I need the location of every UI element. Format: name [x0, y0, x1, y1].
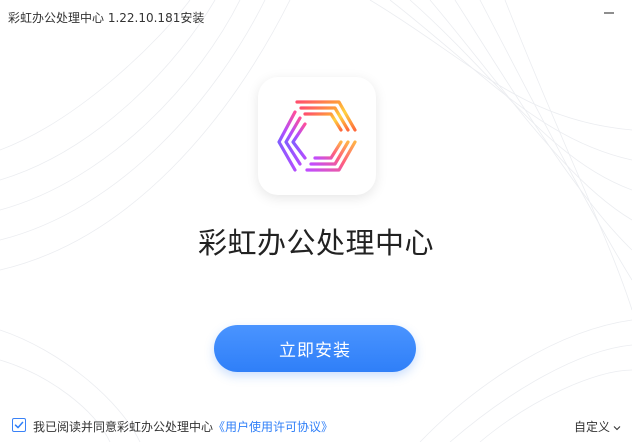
- minimize-icon: [604, 12, 614, 14]
- agreement-label: 我已阅读并同意彩虹办公处理中心: [33, 420, 214, 434]
- window-title: 彩虹办公处理中心 1.22.10.181安装: [8, 11, 205, 25]
- minimize-button[interactable]: [598, 2, 620, 24]
- title-bar: 彩虹办公处理中心 1.22.10.181安装: [0, 0, 632, 34]
- license-agreement-link[interactable]: 《用户使用许可协议》: [213, 420, 333, 434]
- installer-window: 彩虹办公处理中心 1.22.10.181安装 彩虹办公处理中心 立即安装 我已阅…: [0, 0, 632, 442]
- footer: 我已阅读并同意彩虹办公处理中心《用户使用许可协议》 自定义: [0, 412, 632, 438]
- rainbow-hexagon-logo-icon: [277, 100, 357, 172]
- app-logo: [258, 77, 376, 195]
- agreement-text: 我已阅读并同意彩虹办公处理中心《用户使用许可协议》: [33, 418, 333, 435]
- install-now-button[interactable]: 立即安装: [214, 325, 416, 372]
- app-name: 彩虹办公处理中心: [197, 226, 434, 260]
- chevron-down-icon: [613, 425, 621, 430]
- checkmark-icon: [14, 421, 24, 429]
- custom-install-button[interactable]: 自定义: [574, 418, 621, 435]
- agreement-checkbox[interactable]: [12, 418, 26, 432]
- custom-label: 自定义: [573, 420, 610, 434]
